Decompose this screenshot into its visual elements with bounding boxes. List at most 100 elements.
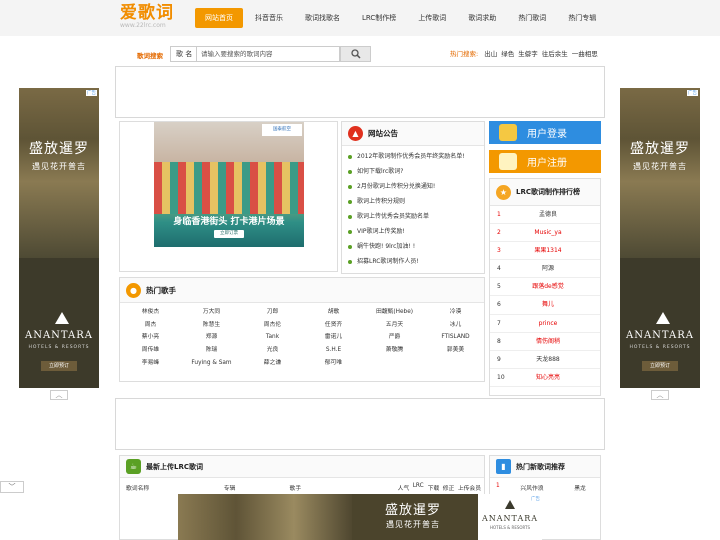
notice-link[interactable]: 2月份歌词上传积分兑换通知! [357, 179, 435, 194]
rank-name[interactable]: 阿源 [506, 260, 600, 277]
singer-link[interactable]: Fuying & Sam [181, 357, 242, 370]
singer-name[interactable]: 黑龙 [560, 483, 600, 493]
notice-item[interactable]: 如何下载lrc歌词? [348, 164, 484, 179]
singer-link[interactable]: 薛之谦 [242, 357, 303, 370]
singer-link[interactable]: 陈慧生 [181, 319, 242, 332]
song-name[interactable]: 兴风作浪 [504, 483, 560, 493]
ad-book-button[interactable]: 立即预订 [642, 361, 678, 371]
nav-item[interactable]: 热门专辑 [558, 8, 606, 28]
notice-link[interactable]: 招募LRC歌词制作人员! [357, 254, 419, 269]
new-rec-item[interactable]: 1 兴风作浪 黑龙 [490, 483, 602, 493]
chevron-up-icon[interactable]: ︿ [50, 390, 68, 400]
singer-link[interactable]: 林俊杰 [120, 306, 181, 319]
singer-link[interactable]: 周杰伦 [242, 319, 303, 332]
singer-link[interactable]: 五月天 [364, 319, 425, 332]
singer-link[interactable]: S.H.E [303, 344, 364, 357]
ad-cta-button[interactable]: 立即订票 [214, 230, 244, 238]
notice-link[interactable]: VIP歌词上传奖励! [357, 224, 405, 239]
hot-search-keyword[interactable]: 往后余生 [542, 50, 568, 58]
notice-item[interactable]: 2月份歌词上传积分兑换通知! [348, 179, 484, 194]
bottom-floating-ad[interactable]: 盛放暹罗 遇见花开普吉 广告 ANANTARA HOTELS & RESORTS [178, 494, 542, 540]
rank-name[interactable]: 舞儿 [506, 296, 600, 313]
singer-link[interactable]: FTISLAND [425, 331, 486, 344]
singer-link[interactable]: 任贤齐 [303, 319, 364, 332]
notice-item[interactable]: 歌词上传积分规则 [348, 194, 484, 209]
singer-link[interactable]: 蔡小亮 [120, 331, 181, 344]
notice-link[interactable]: 蜗牛快跑! 9lrc加油! ! [357, 239, 415, 254]
rank-item[interactable]: 4 阿源 [490, 260, 600, 279]
search-button[interactable] [340, 46, 371, 62]
ad-logo: 国泰航空 [262, 124, 302, 136]
site-logo[interactable]: 爱歌词 www.22lrc.com [120, 4, 192, 34]
rank-name[interactable]: prince [506, 315, 600, 332]
chevron-down-icon[interactable]: ﹀ [0, 481, 24, 493]
singer-link[interactable]: 田馥甄(Hebe) [364, 306, 425, 319]
singer-link[interactable]: 陈瑞 [181, 344, 242, 357]
nav-item[interactable]: 热门歌词 [508, 8, 556, 28]
rank-name[interactable]: 天龙888 [506, 351, 600, 368]
singer-link[interactable]: 周杰 [120, 319, 181, 332]
rank-item[interactable]: 10 知心亮亮 [490, 369, 600, 387]
hot-search-keyword[interactable]: 绿色 [501, 50, 514, 58]
rank-item[interactable]: 8 情伤阁稍 [490, 333, 600, 351]
notice-item[interactable]: VIP歌词上传奖励! [348, 224, 484, 239]
right-side-ad[interactable]: 广告 盛放暹罗 遇见花开普吉 ANANTARA HOTELS & RESORTS… [620, 88, 700, 388]
rank-item[interactable]: 9 天龙888 [490, 351, 600, 369]
singer-link[interactable]: 严爵 [364, 331, 425, 344]
rank-name[interactable]: 情伤阁稍 [506, 333, 600, 350]
singer-link[interactable]: 郑源 [181, 331, 242, 344]
rank-item[interactable]: 6 舞儿 [490, 296, 600, 315]
search-type-select[interactable]: 歌 名 [170, 46, 196, 62]
rank-name[interactable]: 孟德良 [506, 206, 600, 223]
register-label: 用户注册 [527, 158, 567, 169]
singer-link[interactable]: 万大同 [181, 306, 242, 319]
nav-item[interactable]: 歌词找歌名 [295, 8, 350, 28]
hot-search-keyword[interactable]: 一曲相思 [572, 50, 598, 58]
ad-book-button[interactable]: 立即预订 [41, 361, 77, 371]
singer-link[interactable]: Tank [242, 331, 303, 344]
notice-link[interactable]: 歌词上传积分规则 [357, 194, 405, 209]
singer-link[interactable]: 刀郎 [242, 306, 303, 319]
rank-item[interactable]: 5 跟落de感觉 [490, 278, 600, 297]
nav-item[interactable]: LRC制作榜 [352, 8, 406, 28]
hot-search-keyword[interactable]: 出山 [484, 50, 497, 58]
singer-link[interactable]: 郭美美 [425, 344, 486, 357]
nav-item[interactable]: 歌词求助 [458, 8, 506, 28]
square-ad[interactable]: 国泰航空 身临香港街头 打卡港片场景 立即订票 [119, 121, 338, 272]
rank-item[interactable]: 3 果果1314 [490, 242, 600, 261]
notice-link[interactable]: 歌词上传优秀会员奖励名单 [357, 209, 429, 224]
singer-link[interactable]: 冰儿 [425, 319, 486, 332]
nav-item[interactable]: 抖音音乐 [245, 8, 293, 28]
left-side-ad[interactable]: 广告 盛放暹罗 遇见花开普吉 ANANTARA HOTELS & RESORTS… [19, 88, 99, 388]
notice-item[interactable]: 歌词上传优秀会员奖励名单 [348, 209, 484, 224]
nav-item[interactable]: 上传歌词 [408, 8, 456, 28]
login-button[interactable]: 用户登录 [489, 121, 601, 144]
rank-item[interactable]: 1 孟德良 [490, 206, 600, 225]
nav-item[interactable]: 网站首页 [195, 8, 243, 28]
singer-link[interactable]: 光良 [242, 344, 303, 357]
rank-item[interactable]: 2 Music_ya [490, 224, 600, 243]
chevron-up-icon[interactable]: ︿ [651, 390, 669, 400]
notice-link[interactable]: 如何下载lrc歌词? [357, 164, 404, 179]
rank-name[interactable]: 跟落de感觉 [506, 278, 600, 295]
rank-name[interactable]: 知心亮亮 [506, 369, 600, 386]
singer-link[interactable]: 雷诺儿 [303, 331, 364, 344]
rank-name[interactable]: 果果1314 [506, 242, 600, 259]
notice-item[interactable]: 蜗牛快跑! 9lrc加油! ! [348, 239, 484, 254]
notice-link[interactable]: 2012年歌词制作优秀会员年终奖励名单! [357, 149, 465, 164]
hot-search-keyword[interactable]: 生僻字 [518, 50, 538, 58]
singer-link[interactable]: 萧敬腾 [364, 344, 425, 357]
register-button[interactable]: 用户注册 [489, 150, 601, 173]
notice-item[interactable]: 招募LRC歌词制作人员! [348, 254, 484, 269]
singer-link[interactable]: 周传雄 [120, 344, 181, 357]
singer-link[interactable]: 李易峰 [120, 357, 181, 370]
singer-link[interactable]: 冷漠 [425, 306, 486, 319]
bullet-icon [348, 154, 352, 159]
singer-link[interactable]: 郁可唯 [303, 357, 364, 370]
search-input[interactable]: 请输入要搜索的歌词内容 [196, 46, 340, 62]
singer-link[interactable]: 胡歌 [303, 306, 364, 319]
singer-row: 蔡小亮 郑源 Tank 雷诺儿 严爵 FTISLAND [120, 331, 486, 344]
rank-name[interactable]: Music_ya [506, 224, 600, 241]
rank-item[interactable]: 7 prince [490, 315, 600, 333]
notice-item[interactable]: 2012年歌词制作优秀会员年终奖励名单! [348, 149, 484, 164]
